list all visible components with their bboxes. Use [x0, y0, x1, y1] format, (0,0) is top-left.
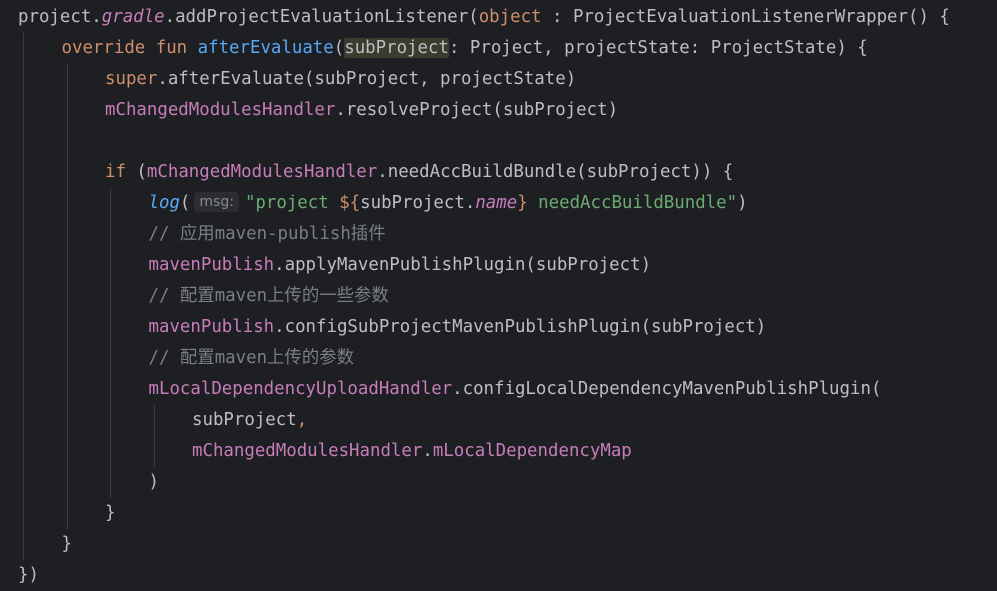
- code-token: (: [333, 38, 345, 58]
- code-token: subProject: [192, 410, 297, 430]
- code-line[interactable]: // 配置maven上传的参数: [149, 343, 355, 374]
- code-token: ,: [296, 410, 308, 430]
- code-line[interactable]: }): [18, 560, 39, 591]
- code-token: gradle: [101, 7, 165, 27]
- code-token: subProject: [344, 38, 449, 58]
- code-line[interactable]: mavenPublish.applyMavenPublishPlugin(sub…: [149, 250, 652, 281]
- code-token: ): [148, 472, 159, 492]
- code-token: }: [517, 193, 528, 213]
- indent-guide: [23, 33, 24, 560]
- code-line[interactable]: super.afterEvaluate(subProject, projectS…: [105, 64, 576, 95]
- code-token: // 应用maven-publish插件: [148, 224, 386, 244]
- code-token: : ProjectEvaluationListenerWrapper() {: [541, 7, 950, 27]
- code-line[interactable]: // 配置maven上传的一些参数: [149, 281, 389, 312]
- code-token: ): [737, 193, 748, 213]
- code-line[interactable]: if (mChangedModulesHandler.needAccBuildB…: [105, 157, 733, 188]
- code-token: (: [136, 162, 147, 182]
- code-token: mavenPublish: [148, 317, 275, 337]
- code-token: }: [105, 503, 116, 523]
- code-token: mLocalDependencyUploadHandler: [148, 379, 453, 399]
- code-token: ${: [339, 193, 361, 213]
- code-token: mavenPublish: [148, 255, 275, 275]
- code-token: name: [475, 193, 518, 213]
- code-token: "project: [244, 193, 340, 213]
- code-line[interactable]: project.gradle.addProjectEvaluationListe…: [18, 2, 950, 33]
- code-token: mChangedModulesHandler: [105, 100, 336, 120]
- code-token: .needAccBuildBundle(subProject)) {: [377, 162, 734, 182]
- code-token: mChangedModulesHandler: [146, 162, 378, 182]
- code-line[interactable]: subProject,: [192, 405, 307, 436]
- code-token: .addProjectEvaluationListener(: [164, 7, 479, 27]
- indent-guide: [153, 405, 155, 467]
- code-token: .configSubProjectMavenPublishPlugin(subP…: [274, 317, 767, 337]
- code-token: needAccBuildBundle": [527, 193, 738, 213]
- code-line[interactable]: override fun afterEvaluate(subProject: P…: [62, 33, 868, 64]
- code-token: override fun: [61, 38, 198, 58]
- code-line[interactable]: mLocalDependencyUploadHandler.configLoca…: [149, 374, 882, 405]
- code-editor[interactable]: project.gradle.addProjectEvaluationListe…: [0, 0, 997, 589]
- code-token: if: [105, 162, 137, 182]
- code-line[interactable]: }: [105, 498, 115, 529]
- code-token: (: [179, 193, 191, 213]
- parameter-hint: msg:: [194, 192, 239, 212]
- code-token: mChangedModulesHandler: [192, 441, 423, 461]
- code-token: }: [61, 534, 72, 554]
- code-token: }): [18, 565, 39, 585]
- code-token: subProject.: [360, 193, 476, 213]
- code-token: afterEvaluate: [197, 38, 334, 58]
- code-token: .configLocalDependencyMavenPublishPlugin…: [452, 379, 882, 399]
- code-line[interactable]: mChangedModulesHandler.resolveProject(su…: [105, 95, 618, 126]
- code-token: object: [478, 7, 542, 27]
- indent-guide: [110, 188, 111, 498]
- code-token: super: [105, 69, 158, 89]
- code-token: .applyMavenPublishPlugin(subProject): [274, 255, 652, 275]
- code-token: .afterEvaluate(subProject, projectState): [157, 69, 577, 89]
- code-token: // 配置maven上传的参数: [148, 348, 355, 368]
- code-line[interactable]: log(msg: "project ${subProject.name} need…: [149, 188, 748, 219]
- code-line[interactable]: ): [149, 467, 159, 498]
- code-line[interactable]: }: [62, 529, 72, 560]
- code-token: mLocalDependencyMap: [432, 441, 632, 461]
- code-token: .resolveProject(subProject): [335, 100, 619, 120]
- code-token: .: [422, 441, 433, 461]
- code-token: log: [148, 193, 180, 213]
- code-token: : Project, projectState: ProjectState) {: [448, 38, 868, 58]
- code-line[interactable]: mChangedModulesHandler.mLocalDependencyM…: [192, 436, 632, 467]
- code-token: project.: [18, 7, 102, 27]
- code-line[interactable]: // 应用maven-publish插件: [149, 219, 386, 250]
- code-token: // 配置maven上传的一些参数: [148, 286, 389, 306]
- indent-guide: [66, 64, 68, 529]
- code-line[interactable]: mavenPublish.configSubProjectMavenPublis…: [149, 312, 767, 343]
